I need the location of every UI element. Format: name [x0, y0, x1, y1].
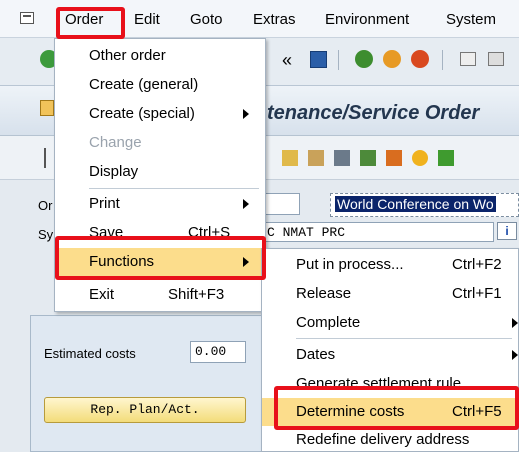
menu-item-print[interactable]: Print — [55, 190, 265, 218]
submenu-arrow-icon — [512, 318, 518, 328]
menu-item-create-general[interactable]: Create (general) — [55, 71, 265, 99]
menu-item-dates[interactable]: Dates — [262, 341, 518, 369]
menu-extras[interactable]: Extras — [253, 11, 296, 28]
menu-item-display[interactable]: Display — [55, 158, 265, 186]
window-menu-icon[interactable] — [20, 12, 34, 24]
menu-item-release[interactable]: Release Ctrl+F1 — [262, 280, 518, 308]
costs-panel — [30, 315, 262, 452]
highlight-box-determine-costs — [274, 386, 519, 430]
toolbar-divider — [338, 50, 339, 70]
document-icon[interactable] — [386, 150, 402, 166]
edit-icon[interactable] — [360, 150, 376, 166]
save-icon[interactable] — [310, 51, 327, 68]
menu-separator — [89, 188, 259, 189]
print-icon[interactable] — [460, 52, 476, 66]
highlight-box-order — [56, 7, 125, 39]
toolbar-divider — [442, 50, 443, 70]
menu-item-exit[interactable]: Exit Shift+F3 — [55, 281, 265, 309]
menu-item-create-special[interactable]: Create (special) — [55, 100, 265, 128]
menu-separator — [296, 338, 512, 339]
status-info-button[interactable]: i — [497, 222, 517, 240]
submenu-arrow-icon — [243, 199, 249, 209]
toolbar-handle-icon — [44, 148, 46, 168]
menu-environment[interactable]: Environment — [325, 11, 409, 28]
menu-system[interactable]: System — [446, 11, 496, 28]
cancel-icon[interactable] — [411, 50, 429, 68]
back-chevron-icon[interactable]: « — [282, 50, 292, 71]
exit-icon[interactable] — [383, 50, 401, 68]
menu-edit[interactable]: Edit — [134, 11, 160, 28]
rep-plan-act-button[interactable]: Rep. Plan/Act. — [44, 397, 246, 423]
submenu-arrow-icon — [243, 109, 249, 119]
submenu-arrow-icon — [512, 350, 518, 360]
menu-item-change: Change — [89, 134, 142, 151]
page-title: tenance/Service Order — [267, 102, 480, 124]
structure-icon[interactable] — [282, 150, 298, 166]
copy-icon[interactable] — [308, 150, 324, 166]
forward-icon[interactable] — [438, 150, 454, 166]
menu-item-put-in-process[interactable]: Put in process... Ctrl+F2 — [262, 251, 518, 279]
list-icon[interactable] — [334, 150, 350, 166]
order-description-text: World Conference on Wo — [335, 196, 496, 212]
highlight-box-functions — [55, 236, 266, 280]
menu-item-complete[interactable]: Complete — [262, 309, 518, 337]
menu-goto[interactable]: Goto — [190, 11, 223, 28]
order-number-field[interactable] — [262, 193, 300, 215]
find-icon[interactable] — [488, 52, 504, 66]
order-description-field[interactable]: World Conference on Wo — [330, 193, 519, 217]
system-status-field: C NMAT PRC — [262, 222, 494, 242]
order-label: Or — [38, 198, 53, 213]
sys-status-label: Sy — [38, 227, 54, 242]
order-icon — [40, 100, 54, 116]
back-icon[interactable] — [355, 50, 373, 68]
estimated-costs-field[interactable]: 0.00 — [190, 341, 246, 363]
cost-icon[interactable] — [412, 150, 428, 166]
estimated-costs-label: Estimated costs — [44, 346, 136, 361]
menu-item-other-order[interactable]: Other order — [55, 42, 265, 70]
